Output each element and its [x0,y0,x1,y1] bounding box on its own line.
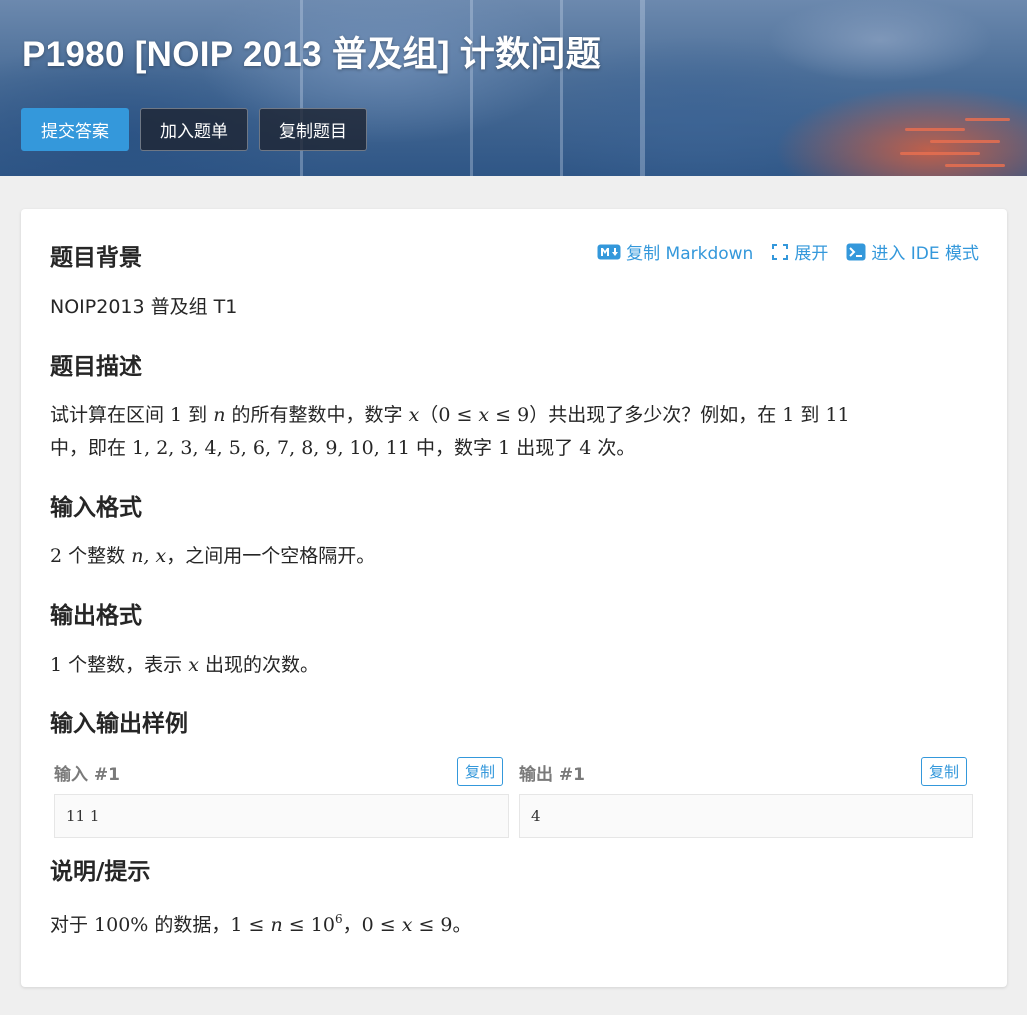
math: 2 [50,545,63,567]
text: 个整数 [62,545,132,567]
description-line-1: 试计算在区间 1 到 n 的所有整数中，数字 x（0 ≤ x ≤ 9）共出现了多… [50,399,850,432]
math-var: n, x [131,545,167,567]
output-format-text: 1 个整数，表示 x 出现的次数。 [50,649,319,682]
math: 11 [825,404,850,426]
math: 4 [579,437,592,459]
page-title: P1980 [NOIP 2013 普及组] 计数问题 [22,35,602,74]
sample-input-label: 输入 #1 [54,765,120,785]
submit-answer-button[interactable]: 提交答案 [21,108,129,151]
math: 1 ≤ [230,914,271,936]
math: 1 [170,404,183,426]
banner-decoration [905,128,965,131]
expand-label: 展开 [794,244,829,264]
math: 100% [94,914,149,936]
text: ）共出现了多少次？例如，在 [529,404,783,426]
add-to-list-button[interactable]: 加入题单 [140,108,248,151]
text: 中，即在 [50,437,133,459]
text: ， [342,914,362,936]
math: 0 ≤ [438,404,479,426]
banner-decoration [900,152,980,155]
text: ，之间用一个空格隔开。 [166,545,376,567]
math: ≤ 9 [489,404,530,426]
text: 到 [794,404,826,426]
text: 的数据， [148,914,231,936]
input-format-text: 2 个整数 n, x，之间用一个空格隔开。 [50,540,375,573]
copy-markdown-label: 复制 Markdown [626,244,754,264]
text: 对于 [50,914,95,936]
banner-decoration [640,0,645,176]
banner-decoration [930,140,1000,143]
problem-card: 复制 Markdown 展开 进入 IDE 模式 题目背景 NOIP2013 普… [21,209,1007,987]
copy-problem-button[interactable]: 复制题目 [259,108,367,151]
card-toolbar: 复制 Markdown 展开 进入 IDE 模式 [597,239,979,264]
math: 1 [782,404,795,426]
problem-banner: P1980 [NOIP 2013 普及组] 计数问题 提交答案 加入题单 复制题… [0,0,1027,176]
sample-input-box[interactable]: 11 1 [54,794,509,838]
math-exponent: 6 [334,912,343,926]
math-var: n [213,404,226,426]
copy-markdown-button[interactable]: 复制 Markdown [597,239,753,264]
text: 次。 [591,437,636,459]
math-var: x [478,404,490,426]
terminal-icon [846,243,866,261]
text: 试计算在区间 [50,404,171,426]
hint-heading: 说明/提示 [50,859,151,885]
math: 1, 2, 3, 4, 5, 6, 7, 8, 9, 10, 11 [132,437,410,459]
input-format-heading: 输入格式 [50,495,142,521]
math: 1 [498,437,511,459]
background-heading: 题目背景 [50,245,142,271]
math: 0 ≤ [361,914,402,936]
math: 1 [50,654,63,676]
text: （ [419,404,439,426]
math: ≤ 10 [282,914,335,936]
math: ≤ 9 [412,914,453,936]
description-heading: 题目描述 [50,354,142,380]
copy-sample-input-button[interactable]: 复制 [457,757,504,786]
text: 出现了 [510,437,580,459]
sample-output-label: 输出 #1 [519,765,585,785]
sample-output-box[interactable]: 4 [519,794,973,838]
output-format-heading: 输出格式 [50,603,142,629]
banner-decoration [945,164,1005,167]
text: 出现的次数。 [198,654,319,676]
description-line-2: 中，即在 1, 2, 3, 4, 5, 6, 7, 8, 9, 10, 11 中… [50,432,635,465]
math-var: n [270,914,283,936]
hint-text: 对于 100% 的数据，1 ≤ n ≤ 106，0 ≤ x ≤ 9。 [50,903,472,942]
math-var: x [401,914,413,936]
text: 到 [182,404,214,426]
banner-decoration [965,118,1010,121]
markdown-icon [597,244,621,260]
text: 个整数，表示 [62,654,189,676]
text: 。 [452,914,472,936]
expand-button[interactable]: 展开 [771,239,828,264]
samples-heading: 输入输出样例 [50,711,188,737]
expand-icon [771,243,789,261]
copy-sample-output-button[interactable]: 复制 [921,757,968,786]
problem-actions: 提交答案 加入题单 复制题目 [21,108,367,151]
text: 中，数字 [410,437,499,459]
background-text: NOIP2013 普及组 T1 [50,296,238,318]
text: 的所有整数中，数字 [225,404,409,426]
ide-mode-button[interactable]: 进入 IDE 模式 [846,239,979,264]
math-var: x [188,654,199,676]
ide-mode-label: 进入 IDE 模式 [871,244,979,264]
math-var: x [408,404,420,426]
